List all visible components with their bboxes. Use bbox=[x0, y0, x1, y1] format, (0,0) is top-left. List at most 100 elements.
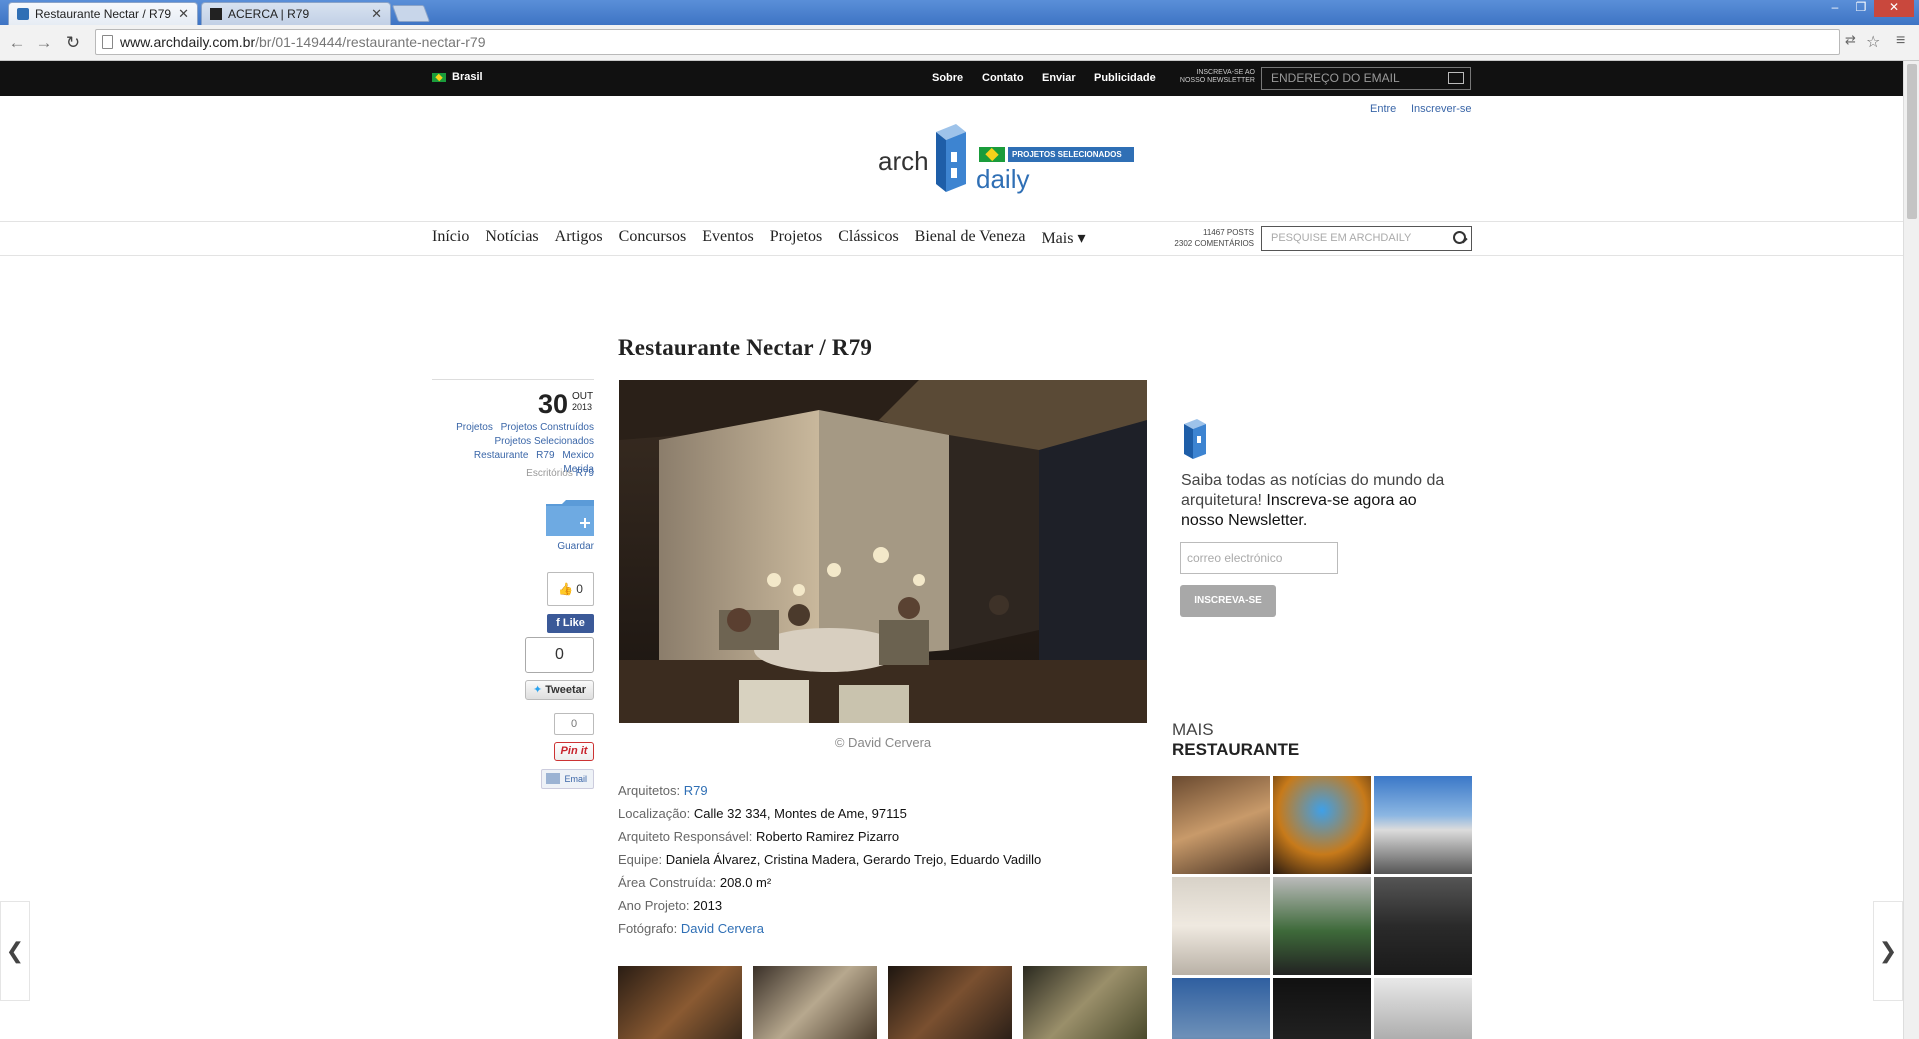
nav-item-inicio[interactable]: Início bbox=[432, 228, 469, 248]
next-project-arrow-icon[interactable]: ❯ bbox=[1873, 901, 1903, 1001]
gallery-thumbnail[interactable] bbox=[888, 966, 1012, 1039]
translate-icon[interactable]: ⇄ bbox=[1845, 32, 1856, 48]
hero-photo[interactable] bbox=[619, 380, 1147, 723]
gallery-thumbnail[interactable] bbox=[1023, 966, 1147, 1039]
menu-icon[interactable]: ≡ bbox=[1896, 32, 1905, 50]
tab-title: Restaurante Nectar / R79 bbox=[35, 7, 172, 21]
previous-project-arrow-icon[interactable]: ❮ bbox=[0, 901, 30, 1001]
bookmark-star-icon[interactable]: ☆ bbox=[1866, 32, 1880, 52]
related-project-thumbnail[interactable] bbox=[1172, 776, 1270, 874]
newsletter-email-input[interactable]: ENDEREÇO DO EMAIL bbox=[1261, 67, 1471, 90]
nav-item-noticias[interactable]: Notícias bbox=[485, 228, 538, 248]
tag-link[interactable]: Mexico bbox=[562, 450, 594, 461]
page-scrollbar[interactable] bbox=[1903, 61, 1919, 1039]
newsletter-promo: Saiba todas as notícias do mundo da arqu… bbox=[1181, 471, 1461, 531]
tab-acerca-r79[interactable]: ACERCA | R79 ✕ bbox=[201, 2, 391, 25]
minimize-window-icon[interactable]: – bbox=[1822, 0, 1848, 17]
facebook-like-button[interactable]: f Like bbox=[547, 614, 594, 633]
spec-label: Área Construída: bbox=[618, 875, 717, 890]
related-project-thumbnail[interactable] bbox=[1172, 978, 1270, 1039]
nav-item-eventos[interactable]: Eventos bbox=[702, 228, 754, 248]
browser-toolbar: ← → ↻ www.archdaily.com.br/br/01-149444/… bbox=[0, 25, 1919, 61]
gallery-thumbnail[interactable] bbox=[753, 966, 877, 1039]
spec-value-link[interactable]: David Cervera bbox=[681, 921, 764, 936]
spec-value-link[interactable]: R79 bbox=[684, 783, 708, 798]
email-share-button[interactable]: Email bbox=[541, 769, 594, 789]
restore-window-icon[interactable]: ❐ bbox=[1848, 0, 1874, 17]
archdaily-cube-icon bbox=[1184, 419, 1206, 459]
save-label[interactable]: Guardar bbox=[546, 541, 594, 552]
pinterest-button[interactable]: Pin it bbox=[554, 742, 594, 761]
spec-value: Daniela Álvarez, Cristina Madera, Gerard… bbox=[665, 852, 1042, 867]
tag-link[interactable]: Projetos Construídos bbox=[501, 422, 594, 433]
folder-add-icon[interactable] bbox=[546, 500, 594, 536]
spec-label: Equipe: bbox=[618, 852, 663, 867]
page-title: Restaurante Nectar / R79 bbox=[618, 335, 873, 360]
search-icon[interactable] bbox=[1453, 231, 1466, 244]
brazil-flag-icon bbox=[979, 147, 1005, 162]
close-tab-icon[interactable]: ✕ bbox=[178, 6, 189, 22]
brazil-flag-icon bbox=[432, 72, 446, 82]
back-arrow-icon[interactable]: ← bbox=[6, 32, 28, 54]
scrollbar-thumb[interactable] bbox=[1907, 64, 1917, 219]
offices-line: Escritórios R79 bbox=[432, 468, 594, 479]
nav-item-bienal[interactable]: Bienal de Veneza bbox=[915, 228, 1026, 248]
login-link[interactable]: Entre bbox=[1370, 103, 1396, 115]
site-search-input[interactable]: PESQUISE EM ARCHDAILY bbox=[1261, 226, 1472, 251]
envelope-icon bbox=[546, 773, 560, 784]
more-category[interactable]: RESTAURANTE bbox=[1172, 740, 1299, 760]
facebook-icon: f bbox=[556, 617, 563, 629]
new-tab-button[interactable] bbox=[391, 5, 431, 22]
gallery-thumbnail[interactable] bbox=[618, 966, 742, 1039]
nav-item-projetos[interactable]: Projetos bbox=[770, 228, 822, 248]
site-stats: 11467 POSTS 2302 COMENTÁRIOS bbox=[1170, 227, 1254, 249]
forward-arrow-icon[interactable]: → bbox=[33, 32, 55, 54]
related-project-thumbnail[interactable] bbox=[1273, 978, 1371, 1039]
related-project-thumbnail[interactable] bbox=[1273, 776, 1371, 874]
spec-row: Arquiteto Responsável: Roberto Ramirez P… bbox=[618, 825, 1041, 848]
related-project-thumbnail[interactable] bbox=[1172, 877, 1270, 975]
tag-link[interactable]: Restaurante bbox=[474, 450, 528, 461]
topbar-link-contato[interactable]: Contato bbox=[982, 72, 1024, 84]
thumbs-up-icon: 👍 bbox=[558, 582, 573, 596]
publish-date: 30 OUT 2013 bbox=[520, 389, 594, 420]
close-tab-icon[interactable]: ✕ bbox=[371, 6, 382, 22]
nav-item-classicos[interactable]: Clássicos bbox=[838, 228, 898, 248]
tag-link[interactable]: R79 bbox=[536, 450, 554, 461]
spec-label: Fotógrafo: bbox=[618, 921, 678, 936]
comments-count: 2302 COMENTÁRIOS bbox=[1174, 239, 1254, 248]
tag-link[interactable]: Projetos bbox=[456, 422, 493, 433]
country-selector[interactable]: Brasil bbox=[432, 71, 483, 83]
newsletter-email-field[interactable]: correo electrónico bbox=[1180, 542, 1338, 574]
tag-link[interactable]: Projetos Selecionados bbox=[494, 436, 594, 447]
fb-like-label: Like bbox=[562, 617, 585, 629]
related-project-thumbnail[interactable] bbox=[1273, 877, 1371, 975]
archdaily-cube-icon bbox=[936, 124, 966, 192]
page-icon bbox=[102, 35, 113, 49]
topbar-link-sobre[interactable]: Sobre bbox=[932, 72, 963, 84]
address-bar[interactable]: www.archdaily.com.br/br/01-149444/restau… bbox=[95, 29, 1840, 55]
posts-count: 11467 POSTS bbox=[1203, 228, 1254, 237]
more-label: MAIS bbox=[1172, 720, 1214, 739]
nav-item-concursos[interactable]: Concursos bbox=[619, 228, 687, 248]
related-project-thumbnail[interactable] bbox=[1374, 877, 1472, 975]
close-window-icon[interactable]: ✕ bbox=[1874, 0, 1914, 17]
like-count-box: 👍 0 bbox=[547, 572, 594, 606]
topbar-link-enviar[interactable]: Enviar bbox=[1042, 72, 1076, 84]
office-link[interactable]: R79 bbox=[576, 468, 594, 479]
envelope-icon[interactable] bbox=[1448, 72, 1464, 84]
divider bbox=[0, 221, 1903, 222]
nav-item-mais[interactable]: Mais ▾ bbox=[1041, 228, 1085, 248]
tab-restaurante-nectar[interactable]: Restaurante Nectar / R79 ✕ bbox=[8, 2, 198, 25]
reload-icon[interactable]: ↻ bbox=[62, 32, 84, 54]
nav-item-artigos[interactable]: Artigos bbox=[555, 228, 603, 248]
newsletter-subscribe-button[interactable]: INSCREVA-SE bbox=[1180, 585, 1276, 617]
related-project-thumbnail[interactable] bbox=[1374, 978, 1472, 1039]
r79-favicon-icon bbox=[210, 8, 222, 20]
tweet-button[interactable]: ✦ Tweetar bbox=[525, 680, 594, 700]
topbar-link-publicidade[interactable]: Publicidade bbox=[1094, 72, 1156, 84]
archdaily-logo[interactable]: arch daily PROJETOS SELECIONADOS bbox=[876, 118, 1136, 198]
spec-label: Localização: bbox=[618, 806, 691, 821]
signup-link[interactable]: Inscrever-se bbox=[1411, 103, 1472, 115]
related-project-thumbnail[interactable] bbox=[1374, 776, 1472, 874]
